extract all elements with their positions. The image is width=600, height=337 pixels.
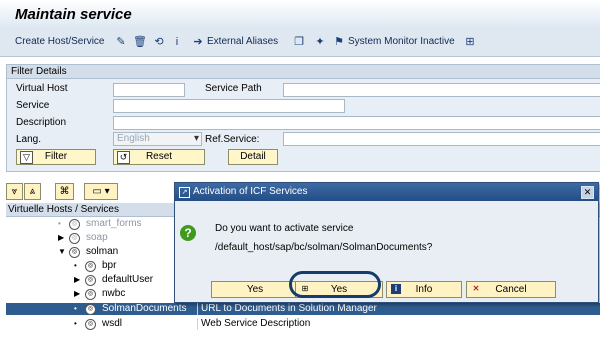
service-input[interactable] <box>113 99 345 113</box>
column-separator <box>197 303 198 315</box>
collapse-all-icon: ⩓ <box>29 186 36 197</box>
bullet-icon: • <box>74 319 77 328</box>
lang-value: English <box>117 133 150 144</box>
external-aliases-button[interactable]: External Aliases <box>207 36 278 47</box>
tree-row-name: wsdl <box>102 318 123 329</box>
create-host-service-button[interactable]: Create Host/Service <box>15 36 104 47</box>
info-button-label: Info <box>415 284 433 295</box>
service-node-icon: ◎ <box>85 261 96 272</box>
yes-button-label: Yes <box>246 284 264 295</box>
question-icon: ? <box>180 225 196 241</box>
expand-right-icon[interactable]: ▶ <box>74 288 80 300</box>
ref-service-label: Ref.Service: <box>205 134 260 145</box>
flag-icon: ⚑ <box>334 36 344 48</box>
expand-all-button[interactable]: ⩔ <box>6 183 23 200</box>
copy-icon[interactable]: ❐ <box>292 35 306 49</box>
dialog-question: Do you want to activate service <box>215 223 354 234</box>
bullet-icon: • <box>74 304 77 313</box>
service-node-icon: ◎ <box>69 219 80 230</box>
hierarchy-icon[interactable]: ⊞ <box>463 35 477 49</box>
reset-icon: ↺ <box>117 151 130 164</box>
reset-button[interactable]: ↺ Reset <box>113 149 205 165</box>
description-input[interactable] <box>113 116 600 130</box>
tree-row-name: bpr <box>102 260 117 271</box>
service-node-icon: ◎ <box>69 247 80 258</box>
description-label: Description <box>16 117 67 128</box>
close-icon[interactable]: ✕ <box>581 186 594 199</box>
app-toolbar: Create Host/Service ✎ 🗑 ⟲ i ➔ External A… <box>0 30 600 57</box>
title-bar: Maintain service <box>0 0 600 30</box>
tree-row-name: SolmanDocuments <box>102 303 187 314</box>
tree-row-name: nwbc <box>102 288 126 299</box>
print-button[interactable]: ▭ ▾ <box>84 183 118 200</box>
service-node-icon: ◎ <box>85 304 96 315</box>
cancel-x-icon: ✕ <box>472 284 480 293</box>
window-icon: ↗ <box>179 187 190 198</box>
bullet-icon: • <box>58 219 61 228</box>
expand-all-icon: ⩔ <box>11 186 18 197</box>
expand-right-icon[interactable]: ▶ <box>58 232 64 244</box>
tree-row-description: Web Service Description <box>201 318 311 329</box>
column-separator <box>197 318 198 330</box>
print-icon: ▭ ▾ <box>92 186 110 197</box>
filter-button[interactable]: ▽ Filter <box>16 149 96 165</box>
cancel-button[interactable]: ✕ Cancel <box>466 281 556 298</box>
activation-dialog: ↗ Activation of ICF Services ✕ ? Do you … <box>174 182 599 303</box>
dialog-titlebar: ↗ Activation of ICF Services ✕ <box>175 183 598 201</box>
info-icon: i <box>391 284 401 294</box>
tree-row-selected[interactable]: • ◎ SolmanDocuments URL to Documents in … <box>6 303 600 315</box>
ref-service-input[interactable] <box>283 132 600 146</box>
service-node-icon: ◎ <box>69 233 80 244</box>
highlight-ring <box>289 271 381 298</box>
service-path-label: Service Path <box>205 83 262 94</box>
virtual-host-label: Virtual Host <box>16 83 68 94</box>
tree-row-description: URL to Documents in Solution Manager <box>201 303 377 314</box>
bullet-icon: • <box>74 261 77 270</box>
tree-row[interactable]: • ◎ wsdl Web Service Description <box>6 318 600 330</box>
service-label: Service <box>16 100 50 111</box>
find-button[interactable]: ⌘ <box>55 183 74 200</box>
filter-panel: Filter Details Virtual Host Service Path… <box>6 64 600 172</box>
service-node-icon: ◎ <box>85 275 96 286</box>
chevron-down-icon[interactable]: ▾ <box>194 133 199 145</box>
service-node-icon: ◎ <box>85 289 96 300</box>
refresh-icon[interactable]: ⟲ <box>152 35 166 49</box>
dialog-service-path: /default_host/sap/bc/solman/SolmanDocume… <box>215 242 433 253</box>
virtual-host-input[interactable] <box>113 83 185 97</box>
expand-right-icon[interactable]: ▶ <box>74 274 80 286</box>
filter-header: Filter Details <box>7 65 600 79</box>
collapse-all-button[interactable]: ⩓ <box>24 183 41 200</box>
tree-row-name: defaultUser <box>102 274 154 285</box>
filter-icon: ▽ <box>20 151 33 164</box>
dialog-title: Activation of ICF Services <box>193 186 308 197</box>
test-wand-icon[interactable]: ✦ <box>313 35 327 49</box>
delete-icon[interactable]: 🗑 <box>133 35 147 49</box>
tree-row-name: solman <box>86 246 119 257</box>
yes-button[interactable]: Yes <box>211 281 299 298</box>
expand-down-icon[interactable]: ▼ <box>58 246 66 258</box>
tree-row-name: smart_forms <box>86 218 142 229</box>
filter-button-label: Filter <box>44 151 68 162</box>
service-path-input[interactable] <box>283 83 600 97</box>
info-icon[interactable]: i <box>170 35 184 49</box>
edit-icon[interactable]: ✎ <box>114 35 128 49</box>
detail-button-label: Detail <box>240 151 266 162</box>
info-button[interactable]: i Info <box>386 281 462 298</box>
binoculars-icon: ⌘ <box>59 186 70 197</box>
lang-select[interactable]: English ▾ <box>113 132 202 146</box>
page-title: Maintain service <box>15 6 132 23</box>
detail-button[interactable]: Detail <box>228 149 278 165</box>
tree-row-name: soap <box>86 232 108 243</box>
reset-button-label: Reset <box>145 151 173 162</box>
arrow-right-icon: ➔ <box>193 36 203 48</box>
lang-label: Lang. <box>16 134 42 145</box>
system-monitor-button[interactable]: System Monitor Inactive <box>348 36 455 47</box>
cancel-button-label: Cancel <box>495 284 527 295</box>
service-node-icon: ◎ <box>85 319 96 330</box>
